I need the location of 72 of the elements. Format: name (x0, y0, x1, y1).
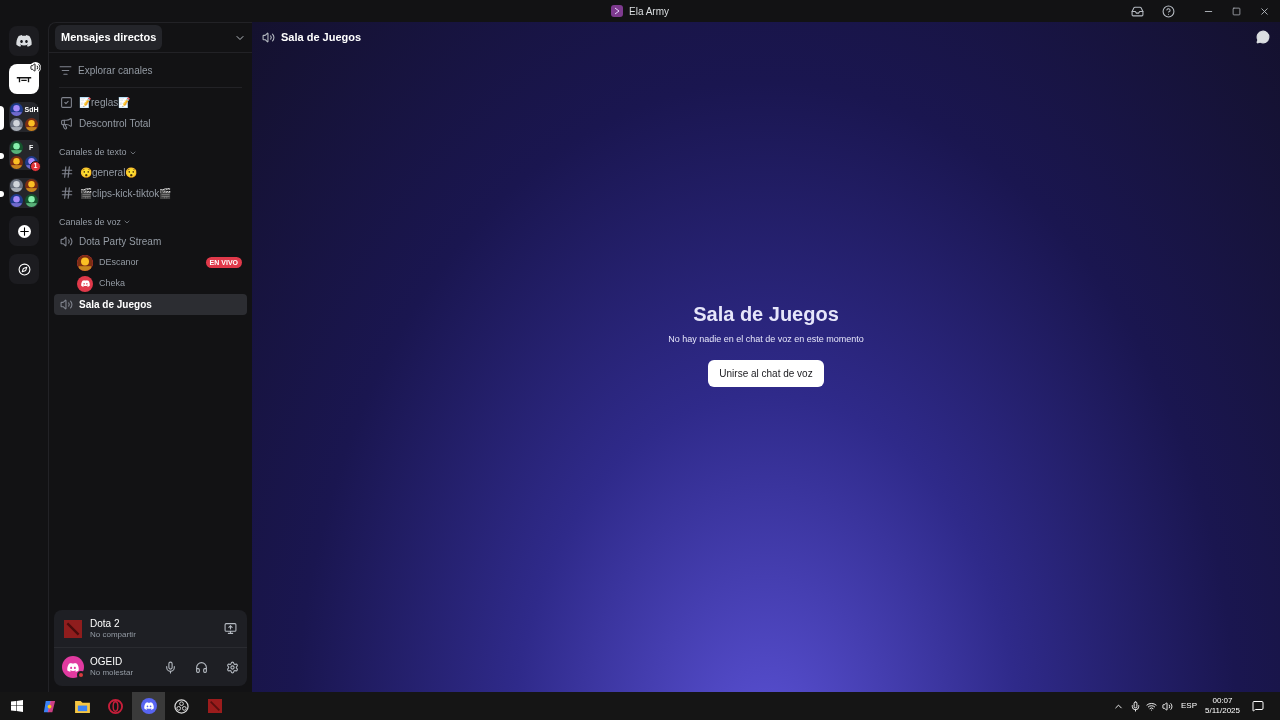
username: OGEID (90, 656, 124, 668)
voice-channel-heading: Sala de Juegos (693, 302, 839, 328)
user-status: No molestar (90, 668, 135, 678)
game-name: Dota 2 (90, 617, 121, 630)
network-icon[interactable] (1146, 700, 1157, 712)
channel-item[interactable]: Sala de Juegos (54, 294, 247, 315)
channel-name: Descontrol Total (79, 117, 151, 131)
clock-date: 5/11/2025 (1205, 706, 1240, 716)
category-label[interactable]: Canales de texto (59, 146, 127, 160)
clock-time: 00:07 (1212, 696, 1233, 706)
channel-item[interactable]: 🎬clips-kick-tiktok🎬 (54, 182, 247, 204)
hash-icon (60, 186, 74, 200)
language-indicator[interactable]: ESP (1181, 700, 1197, 712)
taskbar-app[interactable] (132, 692, 165, 720)
category-label[interactable]: Canales de voz (59, 215, 122, 229)
settings-icon[interactable] (226, 660, 239, 674)
channel-name: 🎬clips-kick-tiktok🎬 (80, 186, 172, 201)
item-label: Explorar canales (78, 63, 153, 78)
microphone-icon[interactable] (1130, 700, 1141, 712)
game-icon (64, 619, 82, 638)
discord-icon (16, 35, 32, 47)
list-icon (59, 63, 72, 77)
server-icon[interactable] (9, 64, 39, 94)
channel-item[interactable]: 😯general😯 (54, 161, 247, 183)
discover-button[interactable] (9, 254, 39, 284)
member-name: Cheka (99, 276, 126, 290)
join-voice-button[interactable]: Unirse al chat de voz (708, 359, 824, 387)
voice-member[interactable]: Cheka (77, 273, 242, 294)
microphone-icon[interactable] (164, 660, 177, 674)
add-server-button[interactable] (9, 216, 39, 246)
sidebar-header[interactable]: Mensajes directos (55, 25, 163, 50)
help-icon[interactable] (1162, 4, 1175, 18)
channel-item[interactable]: Descontrol Total (54, 113, 247, 134)
window-title: Ela Army (629, 4, 669, 19)
channel-name: Dota Party Stream (79, 235, 162, 249)
dota-icon (207, 699, 222, 713)
browse-channels-item[interactable]: Explorar canales (59, 59, 242, 81)
windows-icon (10, 700, 23, 712)
chat-icon[interactable] (1256, 30, 1270, 44)
channel-item[interactable]: 📝reglas📝 (54, 92, 247, 113)
volume-icon[interactable] (1162, 700, 1173, 712)
speaker-icon (60, 298, 73, 311)
headphones-icon[interactable] (195, 660, 208, 674)
maximize-icon[interactable] (1232, 6, 1241, 16)
close-icon[interactable] (1259, 5, 1270, 17)
speaker-icon (262, 30, 275, 44)
home-button[interactable] (9, 26, 39, 56)
share-status: No compartir (90, 629, 137, 640)
speaker-icon (30, 62, 41, 73)
discord-icon (143, 702, 154, 710)
channel-name: 😯general😯 (80, 165, 138, 180)
speaker-icon (60, 235, 73, 248)
member-name: DEscanor (99, 255, 140, 269)
screen-share-icon[interactable] (224, 622, 237, 635)
megaphone-icon (60, 117, 73, 130)
channel-item[interactable]: Dota Party Stream (54, 231, 247, 252)
server-folder[interactable] (9, 178, 39, 208)
selected-pill (0, 106, 4, 130)
channel-name: Sala de Juegos (79, 298, 152, 312)
avatar-icon (80, 280, 90, 287)
plus-icon (17, 224, 31, 238)
notifications-icon[interactable] (1252, 700, 1264, 712)
server-avatar (611, 5, 623, 17)
checkbox-icon (60, 96, 73, 109)
channel-name: 📝reglas📝 (79, 96, 131, 110)
channel-title: Sala de Juegos (281, 29, 363, 45)
inbox-icon[interactable] (1131, 4, 1144, 18)
avatar-icon (67, 662, 79, 672)
hash-icon (60, 165, 74, 179)
compass-icon (17, 262, 31, 276)
empty-message: No hay nadie en el chat de voz en este momento (668, 333, 864, 347)
folder-icon (75, 699, 90, 713)
